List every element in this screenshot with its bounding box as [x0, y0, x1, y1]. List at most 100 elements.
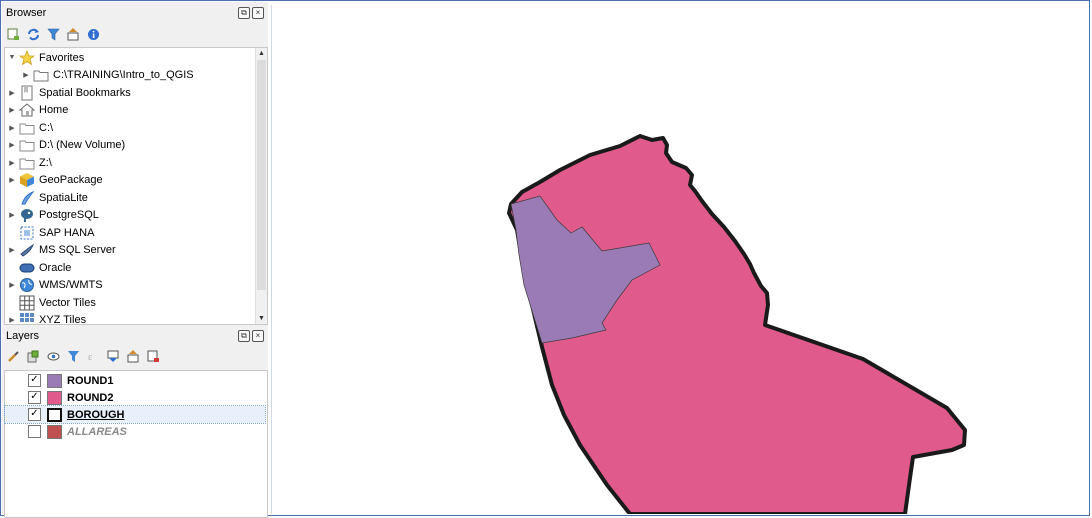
expanded-arrow-icon[interactable]: ▼ — [7, 54, 17, 61]
add-group-icon[interactable] — [26, 349, 40, 363]
browser-item-c[interactable]: ▶ C:\ — [7, 119, 53, 137]
float-panel-icon[interactable]: ⧉ — [238, 330, 250, 342]
collapsed-arrow-icon[interactable]: ▶ — [7, 281, 17, 289]
postgresql-icon — [19, 207, 35, 223]
browser-item-z[interactable]: ▶ Z:\ — [7, 154, 52, 172]
layer-name: BOROUGH — [67, 408, 125, 421]
browser-item-home[interactable]: ▶ Home — [7, 102, 68, 120]
collapsed-arrow-icon[interactable]: ▶ — [7, 246, 17, 254]
left-dock: Browser ⧉ × ▶ XYZ Tiles Vector Tiles ▶ WMS/W… — [2, 2, 268, 518]
browser-item-label: SpatiaLite — [39, 191, 88, 204]
collapsed-arrow-icon[interactable]: ▶ — [7, 211, 17, 219]
browser-item-label: GeoPackage — [39, 174, 103, 187]
browser-item-postgresql[interactable]: ▶ PostgreSQL — [7, 207, 99, 225]
collapsed-arrow-icon[interactable]: ▶ — [7, 176, 17, 184]
collapsed-arrow-icon[interactable]: ▶ — [7, 124, 17, 132]
info-icon[interactable] — [86, 27, 100, 41]
browser-item-sap-hana[interactable]: SAP HANA — [7, 224, 94, 242]
mssql-icon — [19, 242, 35, 258]
eye-icon[interactable] — [46, 349, 60, 363]
browser-item-label: XYZ Tiles — [39, 314, 87, 325]
collapsed-arrow-icon[interactable]: ▶ — [7, 159, 17, 167]
browser-item-wms-wmts[interactable]: ▶ WMS/WMTS — [7, 277, 103, 295]
layer-name: ROUND1 — [67, 374, 114, 387]
browser-item-spatialite[interactable]: SpatiaLite — [7, 189, 88, 207]
browser-panel-title: Browser ⧉ × — [2, 2, 268, 24]
collapsed-arrow-icon[interactable]: ▶ — [7, 89, 17, 97]
collapsed-arrow-icon[interactable]: ▶ — [7, 316, 17, 324]
browser-item-d-new-volume[interactable]: ▶ D:\ (New Volume) — [7, 137, 125, 155]
browser-item-label: Spatial Bookmarks — [39, 86, 131, 99]
layer-row-round1[interactable]: ✓ ROUND1 — [5, 372, 265, 389]
layers-title: Layers — [6, 330, 40, 342]
remove-layer-icon[interactable] — [146, 349, 160, 363]
browser-item-oracle[interactable]: Oracle — [7, 259, 71, 277]
sap-hana-icon — [19, 225, 35, 241]
collapsed-arrow-icon[interactable]: ▶ — [7, 106, 17, 114]
scroll-up-icon[interactable]: ▲ — [256, 48, 267, 59]
xyz-tiles-icon — [19, 312, 35, 324]
browser-item-ms-sql-server[interactable]: ▶ MS SQL Server — [7, 242, 116, 260]
browser-item-favorites[interactable]: ▼ Favorites — [7, 49, 84, 67]
scroll-down-icon[interactable]: ▼ — [256, 313, 267, 324]
browser-item-label: MS SQL Server — [39, 244, 116, 257]
layer-symbol-swatch[interactable] — [47, 390, 62, 405]
browser-item-label: Z:\ — [39, 156, 52, 169]
browser-item-label: SAP HANA — [39, 226, 95, 239]
browser-item-spatial-bookmarks[interactable]: ▶ Spatial Bookmarks — [7, 84, 131, 102]
layer-row-borough[interactable]: ✓ BOROUGH — [4, 405, 266, 424]
drive-icon — [19, 155, 35, 171]
layer-visibility-checkbox[interactable]: ✓ — [28, 391, 41, 404]
layer-name: ROUND2 — [67, 391, 114, 404]
browser-title: Browser — [6, 7, 47, 19]
layer-visibility-checkbox[interactable] — [28, 425, 41, 438]
layer-row-round2[interactable]: ✓ ROUND2 — [5, 389, 265, 406]
drive-icon — [19, 120, 35, 136]
browser-item-vector-tiles[interactable]: Vector Tiles — [7, 294, 96, 312]
collapsed-arrow-icon[interactable]: ▶ — [21, 71, 31, 79]
style-brush-icon[interactable] — [6, 349, 20, 363]
browser-item-xyz-tiles[interactable]: ▶ XYZ Tiles — [7, 312, 87, 325]
browser-item-geopackage[interactable]: ▶ GeoPackage — [7, 172, 103, 190]
close-panel-icon[interactable]: × — [252, 7, 264, 19]
layer-visibility-checkbox[interactable]: ✓ — [28, 408, 41, 421]
layers-tree[interactable]: ✓ ROUND1 ✓ ROUND2 ✓ BOROUGH ALLAREAS — [4, 370, 268, 518]
collapsed-arrow-icon[interactable]: ▶ — [7, 141, 17, 149]
close-panel-icon[interactable]: × — [252, 330, 264, 342]
star-icon — [19, 49, 35, 66]
browser-toolbar — [6, 23, 100, 45]
browser-scrollbar[interactable]: ▲ ▼ — [255, 48, 267, 324]
scroll-thumb[interactable] — [257, 60, 266, 290]
layer-symbol-swatch[interactable] — [47, 407, 62, 422]
map-canvas[interactable] — [271, 5, 1089, 514]
collapse-all-icon[interactable] — [66, 27, 80, 41]
svg-text:ε: ε — [88, 352, 92, 363]
filter-legend-icon[interactable] — [66, 349, 80, 363]
layer-symbol-swatch[interactable] — [47, 424, 62, 439]
folder-icon — [33, 67, 49, 83]
browser-item-c-training-intro-to-qgis[interactable]: ▶ C:\TRAINING\Intro_to_QGIS — [21, 67, 194, 85]
browser-item-label: C:\TRAINING\Intro_to_QGIS — [53, 69, 194, 82]
browser-item-label: Home — [39, 104, 69, 117]
float-panel-icon[interactable]: ⧉ — [238, 7, 250, 19]
browser-item-label: Favorites — [39, 51, 85, 64]
add-selected-icon[interactable] — [6, 27, 20, 41]
expand-all-icon[interactable] — [106, 349, 120, 363]
oracle-icon — [19, 260, 35, 276]
refresh-icon[interactable] — [26, 27, 40, 41]
bookmark-icon — [19, 85, 35, 101]
drive-icon — [19, 137, 35, 153]
layer-visibility-checkbox[interactable]: ✓ — [28, 374, 41, 387]
browser-item-label: Vector Tiles — [39, 296, 96, 309]
browser-tree[interactable]: ▶ XYZ Tiles Vector Tiles ▶ WMS/WMTS Oracle ▶ MS… — [4, 47, 268, 325]
map-svg[interactable] — [272, 5, 1089, 514]
geopackage-icon — [19, 172, 35, 188]
layer-symbol-swatch[interactable] — [47, 373, 62, 388]
filter-icon[interactable] — [46, 27, 60, 41]
browser-item-label: Oracle — [39, 261, 72, 274]
vector-tiles-icon — [19, 295, 35, 311]
layer-row-allareas[interactable]: ALLAREAS — [5, 423, 265, 440]
expression-filter-icon[interactable]: ε — [86, 349, 100, 363]
globe-icon — [19, 277, 35, 293]
collapse-all-icon[interactable] — [126, 349, 140, 363]
